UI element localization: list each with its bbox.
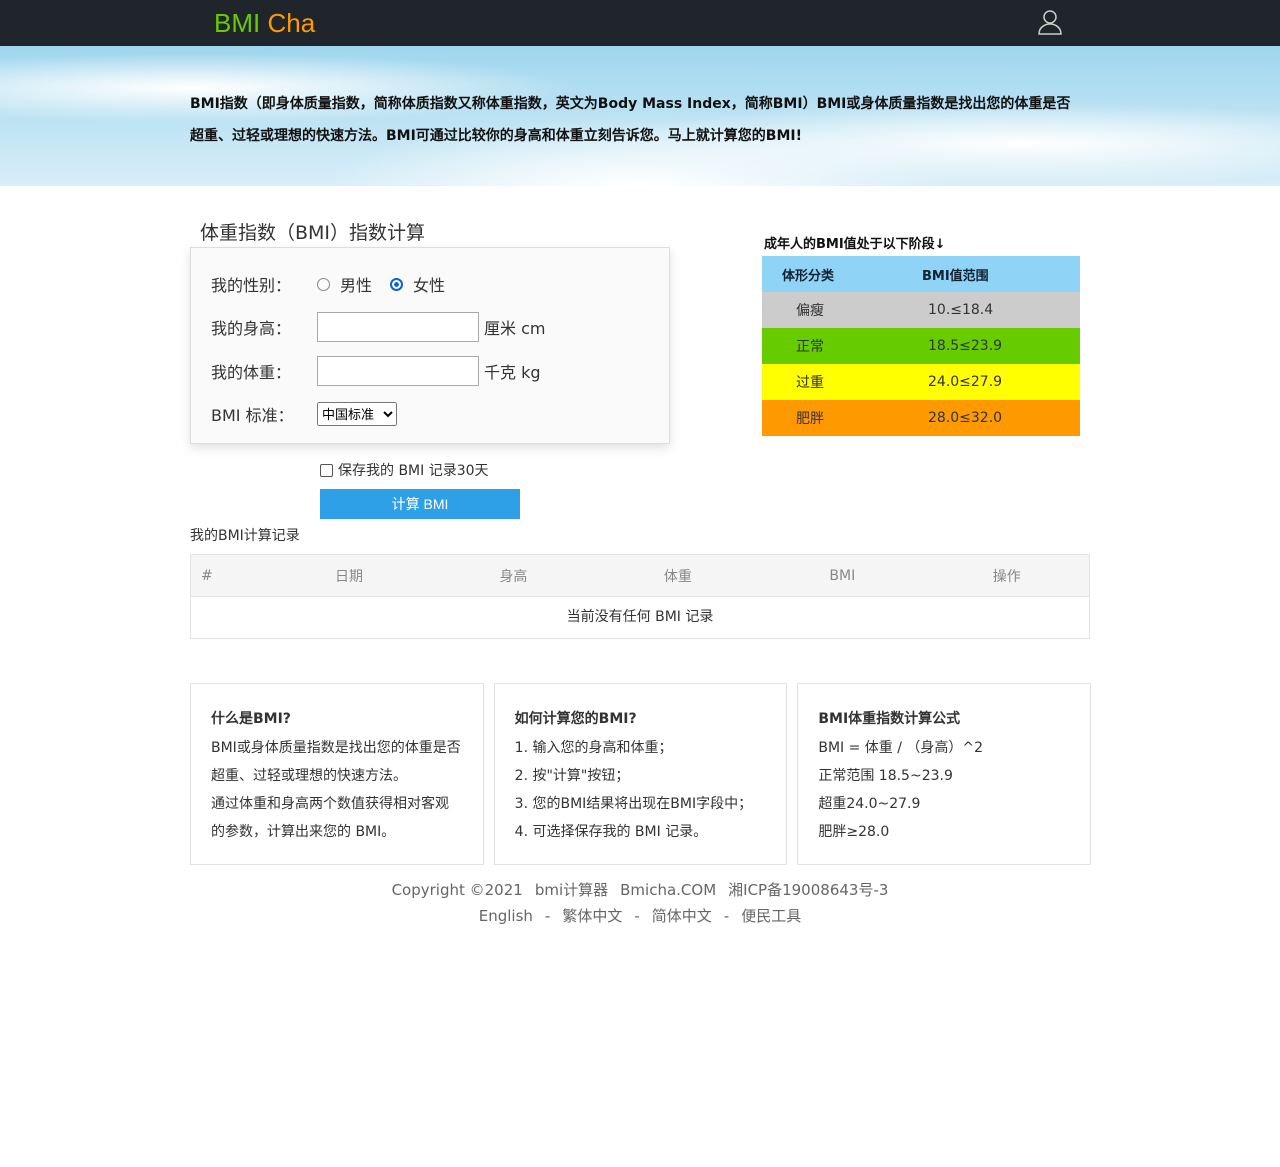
gender-male-radio[interactable]: 男性 (317, 272, 372, 296)
top-nav: BMI Cha (0, 0, 1280, 46)
save-record-checkbox[interactable]: 保存我的 BMI 记录30天 (320, 460, 489, 480)
intro-text: BMI指数（即身体质量指数，简称体质指数又称体重指数，英文为Body Mass … (190, 96, 1071, 144)
bmi-range-table: 体形分类 BMI值范围 偏瘦 10.≤18.4 正常 18.5≤23.9 过重 24.0… (762, 256, 1080, 436)
link-english[interactable]: English (479, 907, 533, 925)
info-card: 如何计算您的BMI? 1. 输入您的身高和体重； 2. 按"计算"按钮； 3. 您的B… (493, 683, 788, 865)
standard-label: BMI 标准： (211, 406, 294, 425)
link-traditional[interactable]: 繁体中文 (562, 907, 622, 925)
empty-records: 当前没有任何 BMI 记录 (566, 609, 714, 625)
standard-select[interactable]: 中国标准 (317, 402, 397, 426)
link-tools[interactable]: 便民工具 (741, 907, 801, 925)
footer-copyright: Copyright ©2021 bmi计算器 Bmicha.COM 湘ICP备1900… (391, 881, 889, 899)
calculator-title: 体重指数（BMI）指数计算 (200, 222, 426, 244)
bmi-form: 我的性别： 男性 女性 我的身高： 厘米 cm 我的体重： 千克 kg BMI 标准… (190, 247, 670, 444)
range-row: 偏瘦 10.≤18.4 (762, 292, 1080, 328)
weight-input[interactable] (317, 356, 479, 386)
range-row: 正常 18.5≤23.9 (762, 328, 1080, 364)
range-row: 过重 24.0≤27.9 (762, 364, 1080, 400)
weight-unit: 千克 kg (484, 363, 541, 382)
intro-banner: BMI指数（即身体质量指数，简称体质指数又称体重指数，英文为Body Mass … (0, 46, 1280, 186)
link-simplified[interactable]: 简体中文 (652, 907, 712, 925)
height-input[interactable] (317, 312, 479, 342)
info-cards: 什么是BMI? BMI或身体质量指数是找出您的体重是否 超重、过轻或理想的快速方法。… (190, 683, 1092, 865)
gender-female-radio[interactable]: 女性 (390, 272, 445, 296)
footer-links: English - 繁体中文 - 简体中文 - 便民工具 (478, 907, 802, 925)
height-label: 我的身高： (211, 319, 292, 338)
records-title: 我的BMI计算记录 (190, 528, 300, 544)
records-table: # 日期 身高 体重 BMI 操作 当前没有任何 BMI 记录 (190, 554, 1090, 639)
gender-label: 我的性别： (211, 276, 292, 295)
user-icon[interactable] (1038, 9, 1062, 39)
ranges-title: 成年人的BMI值处于以下阶段↓ (764, 237, 946, 252)
info-card: 什么是BMI? BMI或身体质量指数是找出您的体重是否 超重、过轻或理想的快速方法。… (190, 683, 484, 865)
height-unit: 厘米 cm (484, 319, 546, 338)
logo[interactable]: BMI Cha (214, 8, 315, 39)
calculate-button[interactable]: 计算 BMI (320, 489, 520, 519)
range-row: 肥胖 28.0≤32.0 (762, 400, 1080, 436)
weight-label: 我的体重： (211, 363, 292, 382)
info-card: BMI体重指数计算公式 BMI = 体重 / （身高）^2 正常范围 18.5~23… (797, 683, 1092, 865)
